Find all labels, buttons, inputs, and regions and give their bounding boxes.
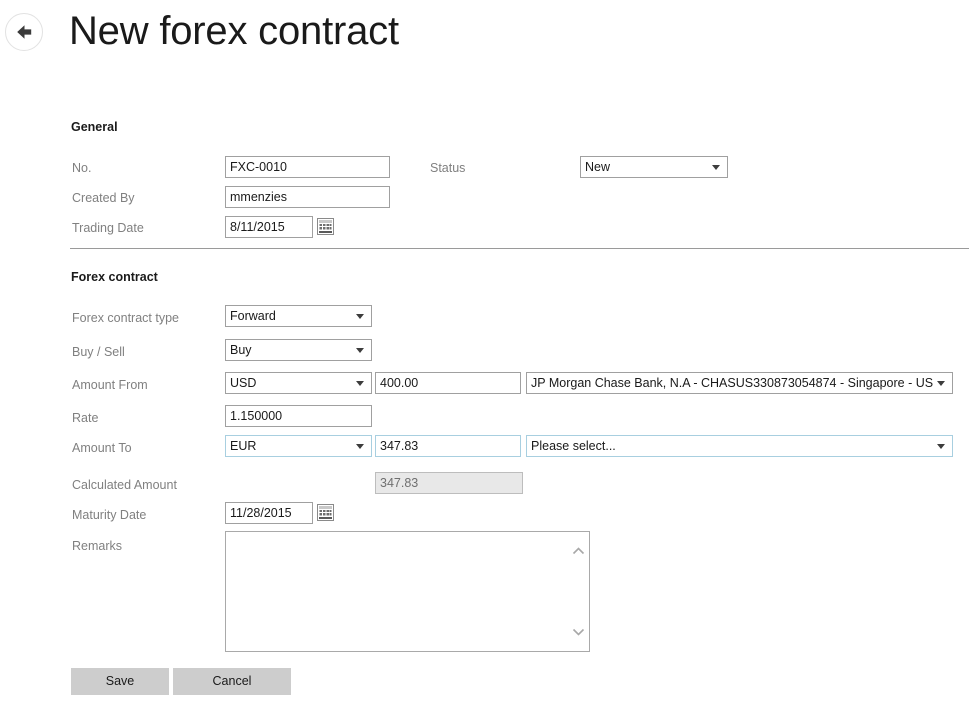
amount-to-currency-value: EUR <box>230 439 257 453</box>
amount-to-account-value: Please select... <box>531 439 616 453</box>
section-divider <box>70 248 969 249</box>
maturity-date-calendar-icon[interactable] <box>317 504 334 521</box>
cancel-button[interactable]: Cancel <box>173 668 291 695</box>
calculated-amount-stepper <box>375 472 523 494</box>
rate-input[interactable] <box>226 406 371 426</box>
amount-from-label: Amount From <box>72 378 148 392</box>
remarks-label: Remarks <box>72 539 123 553</box>
status-select-value: New <box>585 160 611 174</box>
maturity-date-input[interactable] <box>225 502 313 524</box>
buy-sell-value: Buy <box>230 343 252 357</box>
remarks-textarea[interactable] <box>226 532 589 651</box>
calculated-amount-label: Calculated Amount <box>72 478 177 492</box>
buy-sell-label: Buy / Sell <box>72 345 125 359</box>
forex-contract-type-label: Forex contract type <box>72 311 179 325</box>
remarks-field[interactable] <box>225 531 590 652</box>
maturity-date-label: Maturity Date <box>72 508 147 522</box>
trading-date-label: Trading Date <box>72 221 144 235</box>
amount-from-currency-value: USD <box>230 376 257 390</box>
status-label: Status <box>430 161 466 175</box>
no-input[interactable] <box>225 156 390 178</box>
created-by-label: Created By <box>72 191 135 205</box>
amount-from-input[interactable] <box>376 373 520 393</box>
amount-from-account-select[interactable]: JP Morgan Chase Bank, N.A - CHASUS330873… <box>526 372 953 394</box>
amount-from-stepper[interactable] <box>375 372 521 394</box>
buy-sell-select[interactable]: Buy <box>225 339 372 361</box>
calculated-amount-input <box>376 473 522 493</box>
chevron-down-icon <box>352 443 371 449</box>
chevron-down-icon <box>352 347 371 353</box>
rate-label: Rate <box>72 411 99 425</box>
trading-date-calendar-icon[interactable] <box>317 218 334 235</box>
scroll-up-icon[interactable] <box>571 544 586 559</box>
chevron-down-icon <box>352 313 371 319</box>
trading-date-input[interactable] <box>225 216 313 238</box>
forex-contract-type-select[interactable]: Forward <box>225 305 372 327</box>
save-button[interactable]: Save <box>71 668 169 695</box>
general-section-title: General <box>71 120 118 134</box>
chevron-down-icon <box>352 380 371 386</box>
amount-to-label: Amount To <box>72 441 132 455</box>
chevron-down-icon <box>933 380 952 386</box>
chevron-down-icon <box>708 164 727 170</box>
forex-contract-section-title: Forex contract <box>71 270 158 284</box>
amount-from-account-value: JP Morgan Chase Bank, N.A - CHASUS330873… <box>531 376 933 390</box>
amount-to-account-select[interactable]: Please select... <box>526 435 953 457</box>
created-by-input[interactable] <box>225 186 390 208</box>
no-label: No. <box>72 161 92 175</box>
scroll-down-icon[interactable] <box>571 624 586 639</box>
rate-stepper[interactable] <box>225 405 372 427</box>
amount-to-stepper[interactable] <box>375 435 521 457</box>
chevron-down-icon <box>933 443 952 449</box>
amount-from-currency-select[interactable]: USD <box>225 372 372 394</box>
forex-contract-form: General No. Status New Created By Tradin… <box>0 0 969 705</box>
amount-to-currency-select[interactable]: EUR <box>225 435 372 457</box>
status-select[interactable]: New <box>580 156 728 178</box>
forex-contract-type-value: Forward <box>230 309 276 323</box>
amount-to-input[interactable] <box>376 436 520 456</box>
